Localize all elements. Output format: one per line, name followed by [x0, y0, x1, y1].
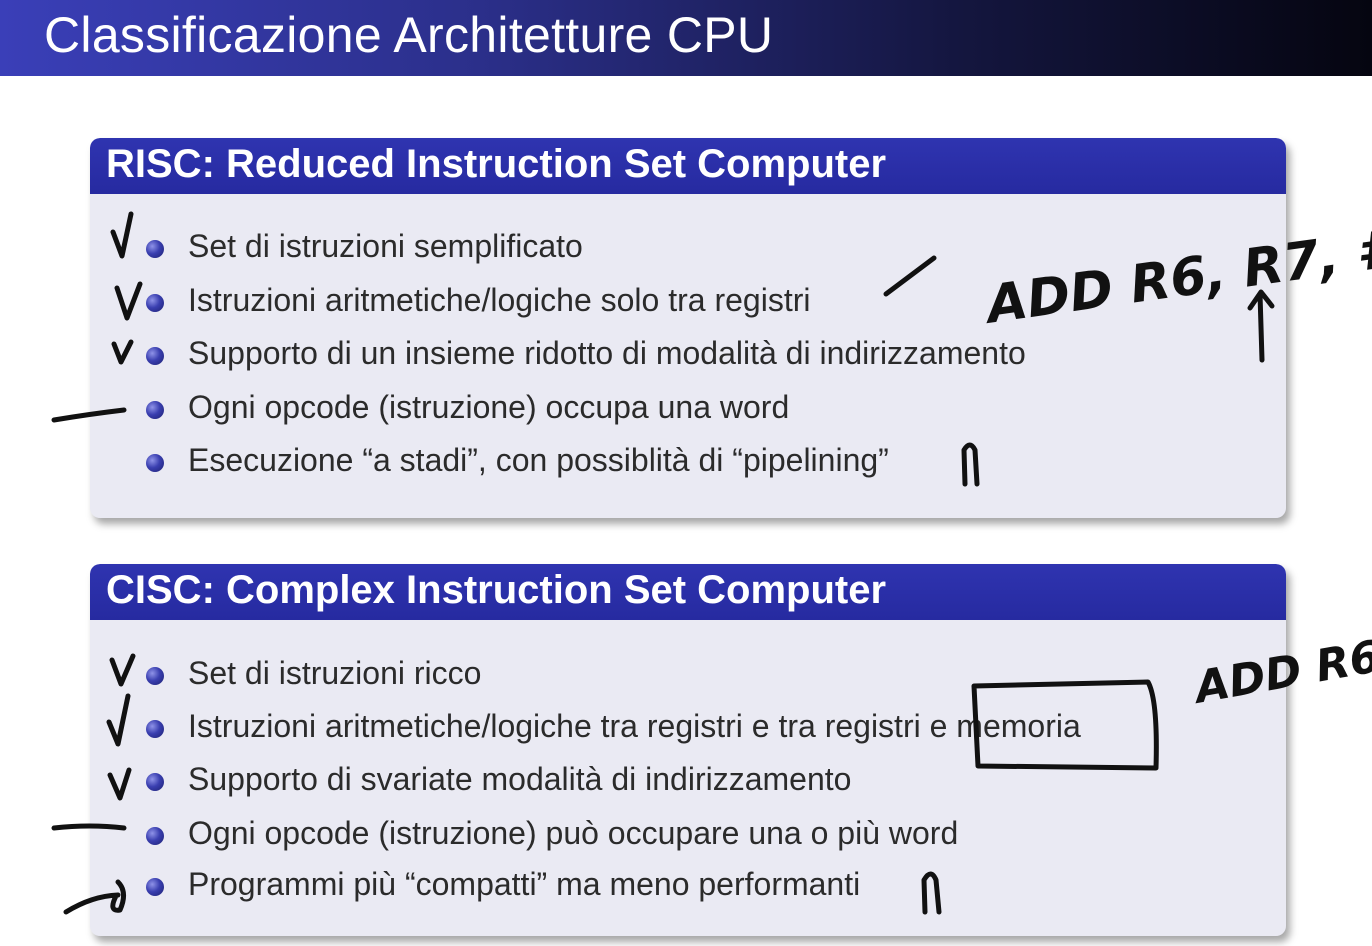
- list-item-text: Programmi più “compatti” ma meno perform…: [188, 866, 861, 902]
- risc-block: RISC: Reduced Instruction Set Computer S…: [90, 138, 1286, 518]
- list-item-text: Istruzioni aritmetiche/logiche solo tra …: [188, 282, 811, 318]
- bullet-icon: [146, 401, 164, 419]
- bullet-icon: [146, 773, 164, 791]
- bullet-icon: [146, 347, 164, 365]
- list-item: Set di istruzioni semplificato: [90, 226, 1190, 266]
- bullet-icon: [146, 720, 164, 738]
- list-item: Esecuzione “a stadi”, con possiblità di …: [90, 440, 1190, 480]
- title-bar: Classificazione Architetture CPU: [0, 0, 1372, 76]
- bullet-icon: [146, 878, 164, 896]
- bullet-icon: [146, 454, 164, 472]
- list-item-text: Set di istruzioni ricco: [188, 655, 482, 691]
- list-item-text: Ogni opcode (istruzione) occupa una word: [188, 389, 790, 425]
- list-item: Ogni opcode (istruzione) occupa una word: [90, 387, 1190, 427]
- list-item: Set di istruzioni ricco: [90, 653, 1190, 693]
- list-item-text: Set di istruzioni semplificato: [188, 228, 583, 264]
- risc-block-header: RISC: Reduced Instruction Set Computer: [90, 138, 1286, 194]
- cisc-block: CISC: Complex Instruction Set Computer S…: [90, 564, 1286, 936]
- list-item-text: Istruzioni aritmetiche/logiche tra regis…: [188, 708, 1081, 744]
- list-item-text: Ogni opcode (istruzione) può occupare un…: [188, 815, 959, 851]
- list-item: Supporto di svariate modalità di indiriz…: [90, 759, 1190, 799]
- list-item: Ogni opcode (istruzione) può occupare un…: [90, 813, 1190, 853]
- list-item: Programmi più “compatti” ma meno perform…: [90, 864, 1190, 904]
- bullet-icon: [146, 667, 164, 685]
- bullet-icon: [146, 294, 164, 312]
- list-item-text: Supporto di un insieme ridotto di modali…: [188, 335, 1026, 371]
- list-item: Supporto di un insieme ridotto di modali…: [90, 333, 1190, 373]
- list-item-text: Supporto di svariate modalità di indiriz…: [188, 761, 852, 797]
- bullet-icon: [146, 240, 164, 258]
- bullet-icon: [146, 827, 164, 845]
- cisc-block-title: CISC: Complex Instruction Set Computer: [106, 568, 887, 612]
- slide-title: Classificazione Architetture CPU: [44, 7, 774, 63]
- list-item: Istruzioni aritmetiche/logiche solo tra …: [90, 280, 1190, 320]
- list-item-text: Esecuzione “a stadi”, con possiblità di …: [188, 442, 889, 478]
- cisc-block-header: CISC: Complex Instruction Set Computer: [90, 564, 1286, 620]
- list-item: Istruzioni aritmetiche/logiche tra regis…: [90, 706, 1190, 746]
- risc-block-title: RISC: Reduced Instruction Set Computer: [106, 142, 887, 186]
